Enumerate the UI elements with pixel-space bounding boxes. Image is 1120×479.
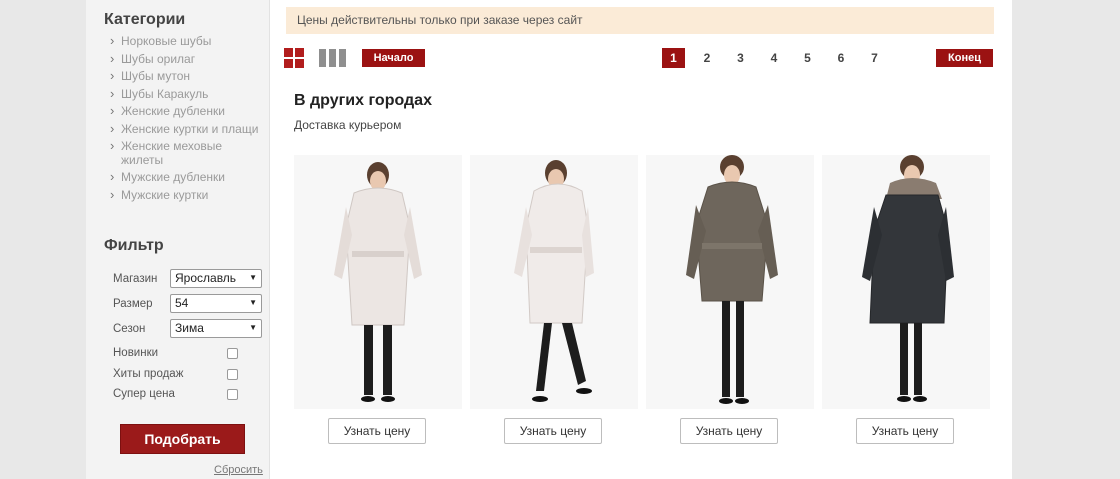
- request-price-button[interactable]: Узнать цену: [856, 418, 954, 444]
- model-in-fur-coat-image: [514, 160, 594, 402]
- request-price-button[interactable]: Узнать цену: [504, 418, 602, 444]
- request-price-button[interactable]: Узнать цену: [680, 418, 778, 444]
- category-item[interactable]: Шубы орилаг: [110, 52, 260, 67]
- filter-shop-label: Магазин: [113, 272, 158, 285]
- category-item[interactable]: Женские куртки и плащи: [110, 122, 260, 137]
- catalog-toolbar: Начало 1 2 3 4 5 6 7 Конец: [284, 48, 994, 68]
- page-link[interactable]: 3: [729, 48, 752, 68]
- section-title: В других городах: [294, 92, 432, 109]
- check-new-label: Новинки: [113, 347, 159, 359]
- category-link[interactable]: Норковые шубы: [121, 34, 211, 48]
- new-checkbox[interactable]: [227, 347, 238, 359]
- model-in-fur-coat-image: [334, 162, 422, 402]
- category-link[interactable]: Женские куртки и плащи: [121, 122, 258, 136]
- shop-select-value: Ярославль: [175, 271, 237, 285]
- filter-title: Фильтр: [104, 237, 164, 254]
- filter-size-label: Размер: [113, 297, 153, 310]
- section-subtitle: Доставка курьером: [294, 118, 402, 132]
- page-link[interactable]: 4: [763, 48, 786, 68]
- product-photo[interactable]: [470, 155, 638, 409]
- category-link[interactable]: Шубы Каракуль: [121, 87, 208, 101]
- category-link[interactable]: Шубы орилаг: [121, 52, 195, 66]
- sidebar: Категории Норковые шубы Шубы орилаг Шубы…: [86, 0, 270, 479]
- filter-season-row: Сезон Зима ▼: [113, 319, 263, 338]
- grid-view-icon[interactable]: [284, 48, 304, 68]
- category-link[interactable]: Шубы мутон: [121, 69, 190, 83]
- check-hits-label: Хиты продаж: [113, 368, 184, 380]
- size-select-value: 54: [175, 296, 189, 310]
- product-card: Узнать цену: [470, 155, 638, 445]
- price-notice: Цены действительны только при заказе чер…: [286, 7, 994, 34]
- category-item[interactable]: Женские меховые жилеты: [110, 139, 260, 167]
- product-card: Узнать цену: [294, 155, 462, 445]
- page-link[interactable]: 6: [830, 48, 853, 68]
- shop-select[interactable]: Ярославль ▼: [170, 269, 262, 288]
- category-item[interactable]: Мужские куртки: [110, 188, 260, 203]
- product-photo[interactable]: [646, 155, 814, 409]
- column-view-icon[interactable]: [319, 49, 346, 67]
- page-link[interactable]: 5: [796, 48, 819, 68]
- category-link[interactable]: Мужские куртки: [121, 188, 208, 202]
- filter-size-row: Размер 54 ▼: [113, 294, 263, 313]
- submit-filter-button[interactable]: Подобрать: [120, 424, 245, 454]
- category-item[interactable]: Шубы мутон: [110, 69, 260, 84]
- season-select-value: Зима: [175, 321, 204, 335]
- category-list: Норковые шубы Шубы орилаг Шубы мутон Шуб…: [110, 34, 260, 206]
- first-page-button[interactable]: Начало: [362, 49, 425, 67]
- model-in-fur-coat-image: [862, 155, 954, 402]
- category-item[interactable]: Норковые шубы: [110, 34, 260, 49]
- check-row-hits: Хиты продаж: [113, 366, 238, 382]
- category-item[interactable]: Женские дубленки: [110, 104, 260, 119]
- product-card: Узнать цену: [646, 155, 814, 445]
- page: Категории Норковые шубы Шубы орилаг Шубы…: [86, 0, 1012, 479]
- product-photo[interactable]: [822, 155, 990, 409]
- categories-title: Категории: [104, 11, 186, 28]
- page-link[interactable]: 2: [696, 48, 719, 68]
- model-in-fur-coat-image: [686, 155, 778, 404]
- season-select[interactable]: Зима ▼: [170, 319, 262, 338]
- check-row-super: Супер цена: [113, 386, 238, 402]
- select-arrow-icon: ▼: [249, 323, 257, 332]
- category-item[interactable]: Мужские дубленки: [110, 170, 260, 185]
- page-link-active[interactable]: 1: [662, 48, 685, 68]
- category-link[interactable]: Мужские дубленки: [121, 170, 225, 184]
- hits-checkbox[interactable]: [227, 368, 238, 380]
- filter-season-label: Сезон: [113, 322, 146, 335]
- category-link[interactable]: Женские меховые жилеты: [121, 139, 222, 167]
- category-link[interactable]: Женские дубленки: [121, 104, 225, 118]
- page-link[interactable]: 7: [863, 48, 886, 68]
- product-card: Узнать цену: [822, 155, 990, 445]
- last-page-button[interactable]: Конец: [936, 49, 993, 67]
- select-arrow-icon: ▼: [249, 273, 257, 282]
- super-price-checkbox[interactable]: [227, 388, 238, 400]
- select-arrow-icon: ▼: [249, 298, 257, 307]
- category-item[interactable]: Шубы Каракуль: [110, 87, 260, 102]
- size-select[interactable]: 54 ▼: [170, 294, 262, 313]
- request-price-button[interactable]: Узнать цену: [328, 418, 426, 444]
- check-super-label: Супер цена: [113, 388, 175, 400]
- filter-shop-row: Магазин Ярославль ▼: [113, 269, 263, 288]
- product-photo[interactable]: [294, 155, 462, 409]
- reset-filter-link[interactable]: Сбросить: [214, 464, 263, 476]
- pagination: 1 2 3 4 5 6 7: [662, 48, 897, 68]
- check-row-new: Новинки: [113, 345, 238, 361]
